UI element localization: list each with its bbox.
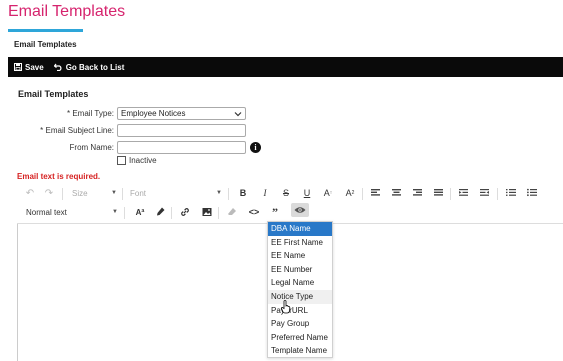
placeholder-menu-item[interactable]: Notice Type (268, 289, 332, 304)
outdent-icon[interactable] (459, 188, 468, 197)
required-marker: * (66, 109, 71, 118)
hand-cursor-icon (281, 300, 291, 314)
strikethrough-button[interactable]: S (280, 187, 292, 199)
ordered-list-icon[interactable] (506, 188, 516, 197)
tab-email-templates[interactable]: Email Templates (14, 40, 77, 49)
placeholder-menu-item[interactable]: Legal Name (268, 276, 332, 290)
inactive-label: Inactive (129, 156, 157, 165)
code-view-button[interactable]: <> (247, 206, 261, 218)
toolbar-divider (218, 207, 219, 219)
placeholder-menu-item[interactable]: PayerURL (268, 304, 332, 318)
size-dropdown[interactable]: Size (72, 189, 88, 198)
align-center-icon[interactable] (392, 188, 401, 197)
superscript-mark: ↑ (329, 190, 333, 196)
action-toolbar: Save Go Back to List (8, 57, 563, 77)
go-back-label: Go Back to List (65, 62, 125, 72)
placeholder-menu-item[interactable]: Preferred Name (268, 331, 332, 345)
undo-arrow-icon (53, 63, 62, 71)
eraser-icon[interactable] (227, 207, 237, 217)
placeholder-menu-item[interactable]: Pay Group (268, 317, 332, 331)
eye-icon (294, 207, 306, 213)
page-title: Email Templates (8, 3, 126, 20)
email-type-select[interactable]: Employee Notices (117, 107, 246, 120)
error-message: Email text is required. (17, 172, 101, 181)
toolbar-divider (228, 188, 229, 200)
redo-icon[interactable]: ↷ (43, 187, 55, 199)
info-icon[interactable]: i (250, 142, 261, 153)
subscript-button[interactable]: A2 (343, 187, 357, 199)
toolbar-divider (497, 188, 498, 200)
placeholder-menu-item[interactable]: EE Number (268, 263, 332, 277)
superscript-button[interactable]: A ↑ (321, 187, 335, 199)
placeholder-menu-item[interactable]: EE Name (268, 249, 332, 263)
subject-label: * Email Subject Line: (20, 126, 114, 135)
underline-button[interactable]: U (301, 187, 313, 199)
toolbar-divider (362, 188, 363, 200)
align-left-icon[interactable] (371, 188, 380, 197)
image-icon[interactable] (202, 207, 212, 217)
from-name-label: From Name: (69, 143, 114, 152)
chevron-down-icon: ▼ (216, 190, 222, 196)
email-type-label-text: Email Type: (72, 109, 114, 118)
save-label: Save (25, 62, 44, 72)
save-button[interactable]: Save (14, 63, 44, 72)
paragraph-format-dropdown[interactable]: Normal text (26, 208, 67, 217)
placeholder-menu-item[interactable]: Template Name (268, 344, 332, 358)
toolbar-divider (122, 188, 123, 200)
section-title: Email Templates (18, 89, 89, 99)
toolbar-divider (171, 207, 172, 219)
placeholder-menu-item[interactable]: DBA Name (268, 222, 332, 236)
from-name-input[interactable] (117, 141, 246, 154)
blockquote-button[interactable]: ” (269, 205, 281, 219)
email-type-label: * Email Type: (40, 109, 114, 118)
chevron-down-icon: ▼ (112, 209, 118, 215)
email-type-value: Employee Notices (121, 109, 186, 118)
align-right-icon[interactable] (413, 188, 422, 197)
undo-icon[interactable]: ↶ (24, 187, 36, 199)
subscript-mark: 2 (351, 190, 355, 196)
italic-button[interactable]: I (259, 187, 271, 199)
chevron-down-icon (234, 112, 242, 117)
toolbar-divider (124, 207, 125, 219)
font-size-button[interactable]: Aª (133, 206, 147, 218)
subject-label-text: Email Subject Line: (45, 126, 114, 135)
bullet-list-icon[interactable] (527, 188, 537, 197)
insert-placeholder-button[interactable] (291, 203, 309, 217)
bold-button[interactable]: B (237, 187, 249, 199)
placeholder-menu: DBA Name EE First Name EE Name EE Number Leg… (267, 221, 333, 358)
indent-icon[interactable] (480, 188, 489, 197)
highlighter-icon[interactable] (156, 207, 165, 217)
inactive-checkbox[interactable] (117, 156, 126, 165)
toolbar-divider (450, 188, 451, 200)
chevron-down-icon: ▼ (111, 190, 117, 196)
email-subject-input[interactable] (117, 124, 246, 137)
font-dropdown[interactable]: Font (130, 189, 146, 198)
title-underline (8, 29, 83, 32)
placeholder-menu-item[interactable]: EE First Name (268, 236, 332, 250)
align-justify-icon[interactable] (434, 188, 443, 197)
required-marker: * (40, 126, 44, 135)
link-icon[interactable] (180, 207, 190, 217)
toolbar-divider (62, 188, 63, 200)
go-back-button[interactable]: Go Back to List (53, 62, 125, 72)
floppy-disk-icon (14, 63, 22, 71)
